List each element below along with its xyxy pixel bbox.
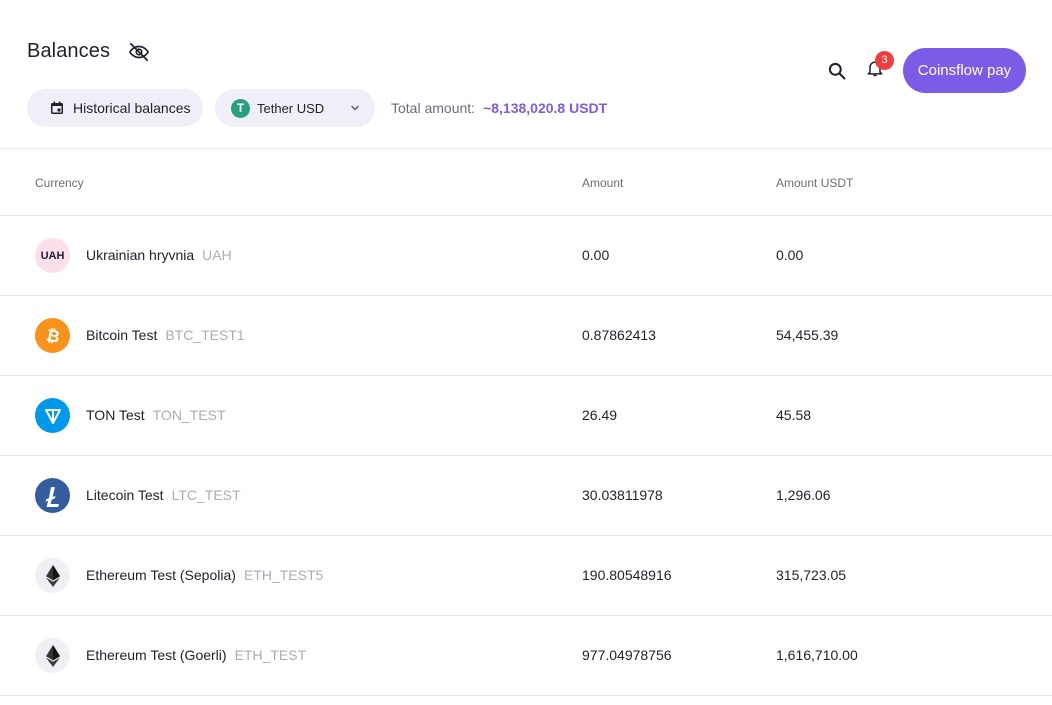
currency-name: Ethereum Test (Goerli) xyxy=(86,647,227,663)
calendar-icon xyxy=(49,100,65,116)
column-header-amount[interactable]: Amount xyxy=(582,176,623,190)
ton-icon xyxy=(35,398,70,433)
historical-balances-label: Historical balances xyxy=(73,100,191,116)
table-row[interactable]: UAH Ukrainian hryvnia UAH 0.00 0.00 xyxy=(0,216,1052,296)
amount-cell: 977.04978756 xyxy=(582,647,672,663)
eye-off-icon[interactable] xyxy=(128,41,150,63)
currency-cell: Ukrainian hryvnia UAH xyxy=(86,247,232,263)
top-actions: 3 Coinsflow pay xyxy=(825,48,1026,93)
title-row: Balances xyxy=(27,40,150,63)
currency-name: Ukrainian hryvnia xyxy=(86,247,195,263)
page-header: Balances Historical balances T Tether US… xyxy=(0,0,1052,149)
currency-cell: Ethereum Test (Goerli) ETH_TEST xyxy=(86,647,306,663)
ethereum-icon xyxy=(35,638,70,673)
currency-code: LTC_TEST xyxy=(171,487,241,503)
amount-cell: 26.49 xyxy=(582,407,618,423)
currency-code: ETH_TEST5 xyxy=(243,567,324,583)
amount-usdt-cell: 0.00 xyxy=(776,247,804,263)
currency-cell: Bitcoin Test BTC_TEST1 xyxy=(86,327,245,343)
currency-name: Bitcoin Test xyxy=(86,327,158,343)
currency-name: Ethereum Test (Sepolia) xyxy=(86,567,236,583)
coinsflow-pay-button[interactable]: Coinsflow pay xyxy=(903,48,1026,93)
table-row[interactable]: ₿ Bitcoin Test BTC_TEST1 0.87862413 54,45… xyxy=(0,296,1052,376)
currency-cell: Ethereum Test (Sepolia) ETH_TEST5 xyxy=(86,567,323,583)
notification-badge: 3 xyxy=(875,50,894,70)
currency-code: ETH_TEST xyxy=(234,647,307,663)
litecoin-icon xyxy=(35,478,70,513)
controls-row: Historical balances T Tether USD Total a… xyxy=(27,89,607,127)
currency-code: TON_TEST xyxy=(152,407,226,423)
svg-text:₿: ₿ xyxy=(44,326,61,346)
column-header-amount-usdt[interactable]: Amount USDT xyxy=(776,176,853,190)
amount-usdt-cell: 1,616,710.00 xyxy=(776,647,858,663)
currency-code: BTC_TEST1 xyxy=(165,327,245,343)
total-amount-value: ~8,138,020.8 USDT xyxy=(483,100,608,116)
currency-select[interactable]: T Tether USD xyxy=(215,89,375,127)
amount-cell: 30.03811978 xyxy=(582,487,663,503)
currency-name: TON Test xyxy=(86,407,145,423)
table-row[interactable]: Ethereum Test (Sepolia) ETH_TEST5 190.805… xyxy=(0,536,1052,616)
search-icon[interactable] xyxy=(825,59,849,83)
bitcoin-icon: ₿ xyxy=(35,318,70,353)
total-amount-label: Total amount: xyxy=(391,100,476,116)
tether-icon: T xyxy=(231,98,250,118)
page-title: Balances xyxy=(27,40,111,62)
currency-code: UAH xyxy=(202,247,232,263)
ethereum-icon xyxy=(35,558,70,593)
currency-cell: TON Test TON_TEST xyxy=(86,407,226,423)
table-row[interactable]: Ethereum Test (Goerli) ETH_TEST 977.04978… xyxy=(0,616,1052,696)
amount-usdt-cell: 315,723.05 xyxy=(776,567,847,583)
amount-cell: 190.80548916 xyxy=(582,567,672,583)
currency-select-label: Tether USD xyxy=(257,100,325,116)
amount-usdt-cell: 54,455.39 xyxy=(776,327,839,343)
amount-usdt-cell: 1,296.06 xyxy=(776,487,831,503)
notifications-button[interactable]: 3 xyxy=(863,50,894,83)
chevron-down-icon xyxy=(349,102,361,114)
amount-cell: 0.87862413 xyxy=(582,327,656,343)
amount-usdt-cell: 45.58 xyxy=(776,407,812,423)
column-header-currency[interactable]: Currency xyxy=(35,176,84,190)
uah-icon: UAH xyxy=(35,238,70,273)
historical-balances-button[interactable]: Historical balances xyxy=(27,89,203,127)
table-row[interactable]: TON Test TON_TEST 26.49 45.58 xyxy=(0,376,1052,456)
table-row[interactable]: Litecoin Test LTC_TEST 30.03811978 1,296.… xyxy=(0,456,1052,536)
currency-cell: Litecoin Test LTC_TEST xyxy=(86,487,241,503)
currency-name: Litecoin Test xyxy=(86,487,164,503)
amount-cell: 0.00 xyxy=(582,247,610,263)
table-header: Currency Amount Amount USDT xyxy=(0,149,1052,216)
